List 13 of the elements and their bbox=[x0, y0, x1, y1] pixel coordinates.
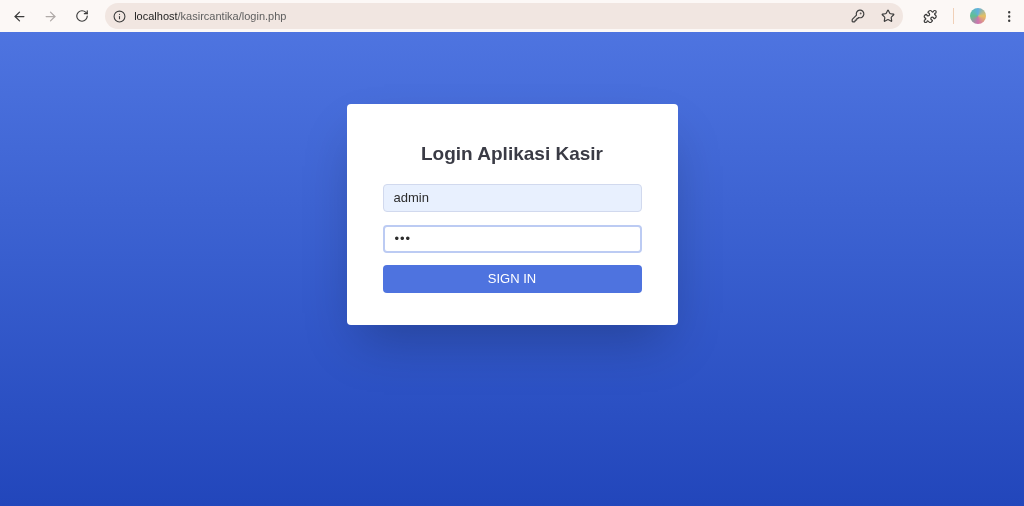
bookmark-star-icon[interactable] bbox=[880, 9, 895, 23]
site-info-icon[interactable] bbox=[113, 9, 127, 23]
key-icon[interactable] bbox=[850, 9, 865, 23]
address-bar[interactable]: localhost/kasircantika/login.php bbox=[105, 3, 903, 29]
profile-avatar[interactable] bbox=[970, 8, 986, 24]
username-field[interactable]: admin bbox=[382, 183, 642, 212]
reload-icon[interactable] bbox=[74, 9, 89, 23]
url-text: localhost/kasircantika/login.php bbox=[134, 8, 287, 24]
extensions-icon[interactable] bbox=[922, 8, 938, 24]
login-title: Login Aplikasi Kasir bbox=[421, 142, 603, 166]
sign-in-button[interactable]: SIGN IN bbox=[382, 264, 642, 293]
password-field[interactable]: ••• bbox=[382, 224, 642, 253]
back-icon[interactable] bbox=[12, 8, 27, 24]
